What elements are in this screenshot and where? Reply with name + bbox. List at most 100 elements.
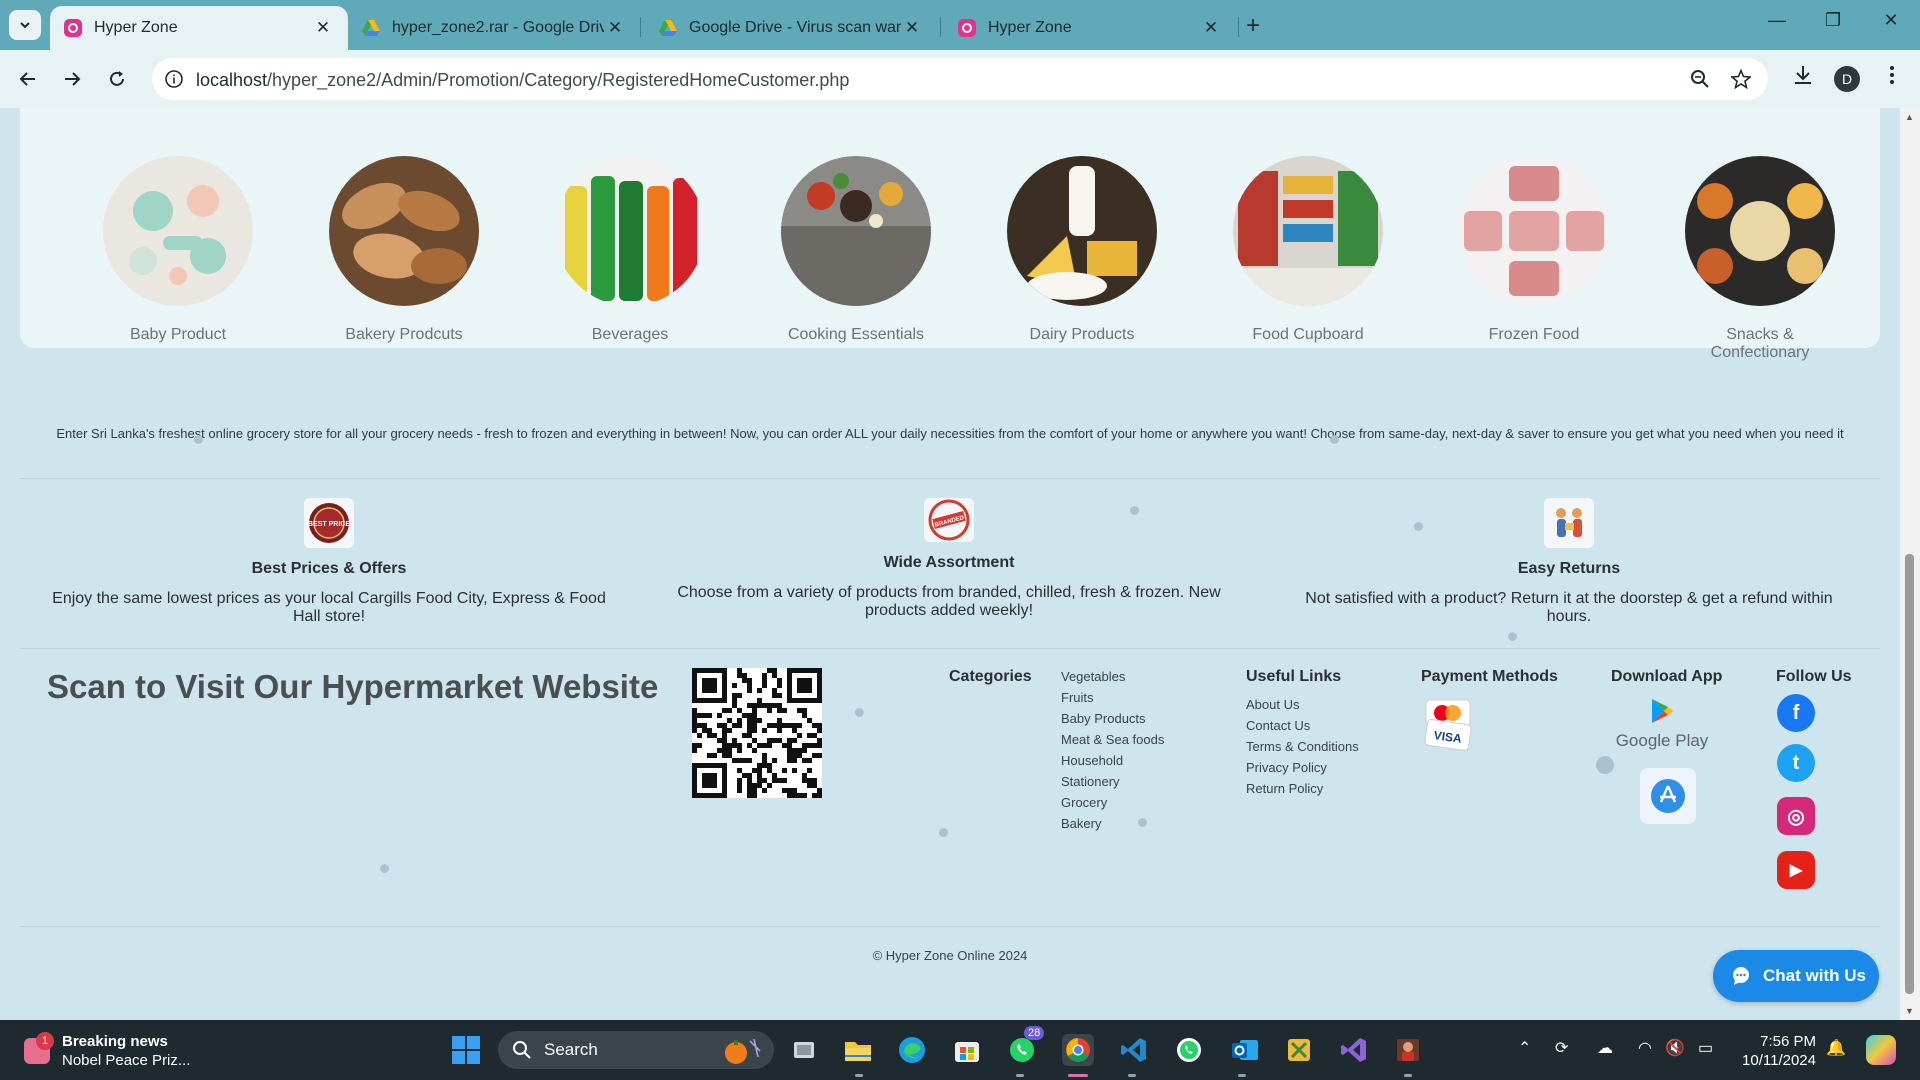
bookmark-star-icon[interactable] [1731,69,1751,89]
best-price-badge-icon: BEST PRICE [304,498,354,548]
category-cooking-essentials[interactable]: Cooking Essentials [776,156,936,344]
footer-link-grocery[interactable]: Grocery [1061,792,1164,813]
google-play-label: Google Play [1615,731,1709,750]
photo-app-icon[interactable] [1392,1034,1424,1066]
best-price-badge-text: BEST PRICE [308,521,350,528]
scroll-thumb[interactable] [1905,554,1914,994]
tab-search-button[interactable] [9,10,41,40]
google-drive-icon [659,20,677,36]
feature-easy-returns: Easy Returns Not satisfied with a produc… [1289,498,1849,626]
tab-hyper-zone[interactable]: Hyper Zone ✕ [944,6,1236,50]
tray-overflow-chevron-icon[interactable]: ⌃ [1518,1038,1531,1058]
tab-google-drive-rar[interactable]: hyper_zone2.rar - Google Drive ✕ [348,6,640,50]
category-label: Cooking Essentials [787,326,925,343]
footer-link-terms[interactable]: Terms & Conditions [1246,736,1359,757]
footer-link-household[interactable]: Household [1061,750,1164,771]
page-scrollbar[interactable]: ▲ ▼ [1900,108,1920,1020]
visual-studio-icon[interactable] [1338,1034,1370,1066]
task-view-icon[interactable] [788,1034,820,1066]
category-dairy[interactable]: Dairy Products [1002,156,1162,344]
tab-hyper-zone-active[interactable]: Hyper Zone ✕ [50,6,348,50]
notification-bell-icon[interactable]: 🔔 [1826,1038,1846,1058]
whatsapp-web-icon[interactable] [1173,1034,1205,1066]
taskbar-search[interactable]: Search [498,1031,774,1069]
start-button[interactable] [452,1036,480,1069]
back-button[interactable] [13,64,43,94]
category-label: Frozen Food [1488,326,1580,343]
follow-us-heading: Follow Us [1776,668,1852,685]
chat-button[interactable]: Chat with Us [1713,950,1879,1002]
whatsapp-badge: 28 [1024,1026,1045,1040]
tab-separator [940,17,941,37]
forward-button[interactable] [57,64,87,94]
copilot-icon[interactable] [1866,1035,1896,1065]
category-snacks[interactable]: Snacks & Confectionary [1680,156,1840,362]
outlook-icon[interactable] [1229,1034,1261,1066]
decorative-dot [1414,522,1423,531]
minimize-icon[interactable]: — [1762,10,1792,31]
close-window-icon[interactable]: ✕ [1876,10,1906,31]
twitter-icon[interactable]: t [1777,744,1815,782]
category-bakery[interactable]: Bakery Prodcuts [324,156,484,344]
category-beverages[interactable]: Beverages [550,156,710,344]
footer-link-meat-sea-foods[interactable]: Meat & Sea foods [1061,729,1164,750]
url-text[interactable]: localhost/hyper_zone2/Admin/Promotion/Ca… [196,70,849,91]
zoom-icon[interactable] [1690,69,1710,89]
close-tab-icon[interactable]: ✕ [604,18,626,38]
app-store-badge[interactable] [1640,768,1696,824]
footer-link-baby-products[interactable]: Baby Products [1061,708,1164,729]
reload-button[interactable] [102,64,132,94]
new-tab-icon[interactable]: + [1246,12,1260,40]
scroll-up-icon[interactable]: ▲ [1905,112,1914,122]
whatsapp-icon[interactable]: 28 [1006,1026,1045,1066]
vscode-icon[interactable] [1118,1034,1150,1066]
onedrive-icon[interactable]: ☁ [1597,1038,1613,1058]
news-widget[interactable]: 1 Breaking news Nobel Peace Priz... [24,1032,190,1070]
footer-link-fruits[interactable]: Fruits [1061,687,1164,708]
close-tab-icon[interactable]: ✕ [901,18,923,38]
footer-link-stationery[interactable]: Stationery [1061,771,1164,792]
category-frozen-food[interactable]: Frozen Food [1454,156,1614,344]
file-explorer-icon[interactable] [842,1034,874,1066]
google-play-badge[interactable]: Google Play [1614,698,1710,751]
sync-icon[interactable]: ⟳ [1555,1038,1568,1058]
feature-title: Wide Assortment [883,554,1015,571]
close-tab-icon[interactable]: ✕ [1200,18,1222,38]
footer-link-privacy[interactable]: Privacy Policy [1246,757,1359,778]
microsoft-store-icon[interactable] [951,1034,983,1066]
download-icon[interactable] [1792,64,1814,86]
scroll-down-icon[interactable]: ▼ [1905,1006,1914,1016]
wifi-icon[interactable]: ◠ [1638,1038,1652,1058]
close-tab-icon[interactable]: ✕ [312,18,334,38]
tab-google-drive-virus[interactable]: Google Drive - Virus scan warni ✕ [645,6,937,50]
decorative-dot [1596,756,1614,774]
snipping-tool-icon[interactable] [1283,1034,1315,1066]
feature-title: Easy Returns [1517,560,1621,577]
taskbar-clock[interactable]: 7:56 PM 10/11/2024 [1730,1032,1816,1070]
footer-link-bakery[interactable]: Bakery [1061,813,1164,834]
chrome-icon[interactable] [1062,1034,1094,1066]
footer-link-contact-us[interactable]: Contact Us [1246,715,1359,736]
chat-label: Chat with Us [1763,966,1866,985]
footer-link-return-policy[interactable]: Return Policy [1246,778,1359,799]
restore-icon[interactable]: ❐ [1818,10,1848,31]
category-food-cupboard[interactable]: Food Cupboard [1228,156,1388,344]
battery-icon[interactable]: ▭ [1698,1038,1713,1058]
clock-date: 10/11/2024 [1742,1052,1816,1069]
tab-separator [640,17,641,37]
profile-avatar[interactable]: D [1834,66,1860,92]
youtube-icon[interactable]: ▶ [1777,851,1815,889]
kebab-menu-icon[interactable] [1884,64,1900,86]
volume-muted-icon[interactable]: 🔇 [1665,1038,1685,1058]
category-baby-product[interactable]: Baby Product [98,156,258,344]
feature-title: Best Prices & Offers [251,560,407,577]
address-bar[interactable]: localhost/hyper_zone2/Admin/Promotion/Ca… [152,58,1768,100]
facebook-icon[interactable]: f [1777,694,1815,732]
payment-methods-heading: Payment Methods [1421,668,1558,685]
footer-link-vegetables[interactable]: Vegetables [1061,666,1164,687]
news-title: Breaking news [62,1033,168,1050]
instagram-icon[interactable]: ◎ [1777,797,1815,835]
site-info-icon[interactable] [164,69,184,89]
footer-link-about-us[interactable]: About Us [1246,694,1359,715]
edge-browser-icon[interactable] [896,1034,928,1066]
